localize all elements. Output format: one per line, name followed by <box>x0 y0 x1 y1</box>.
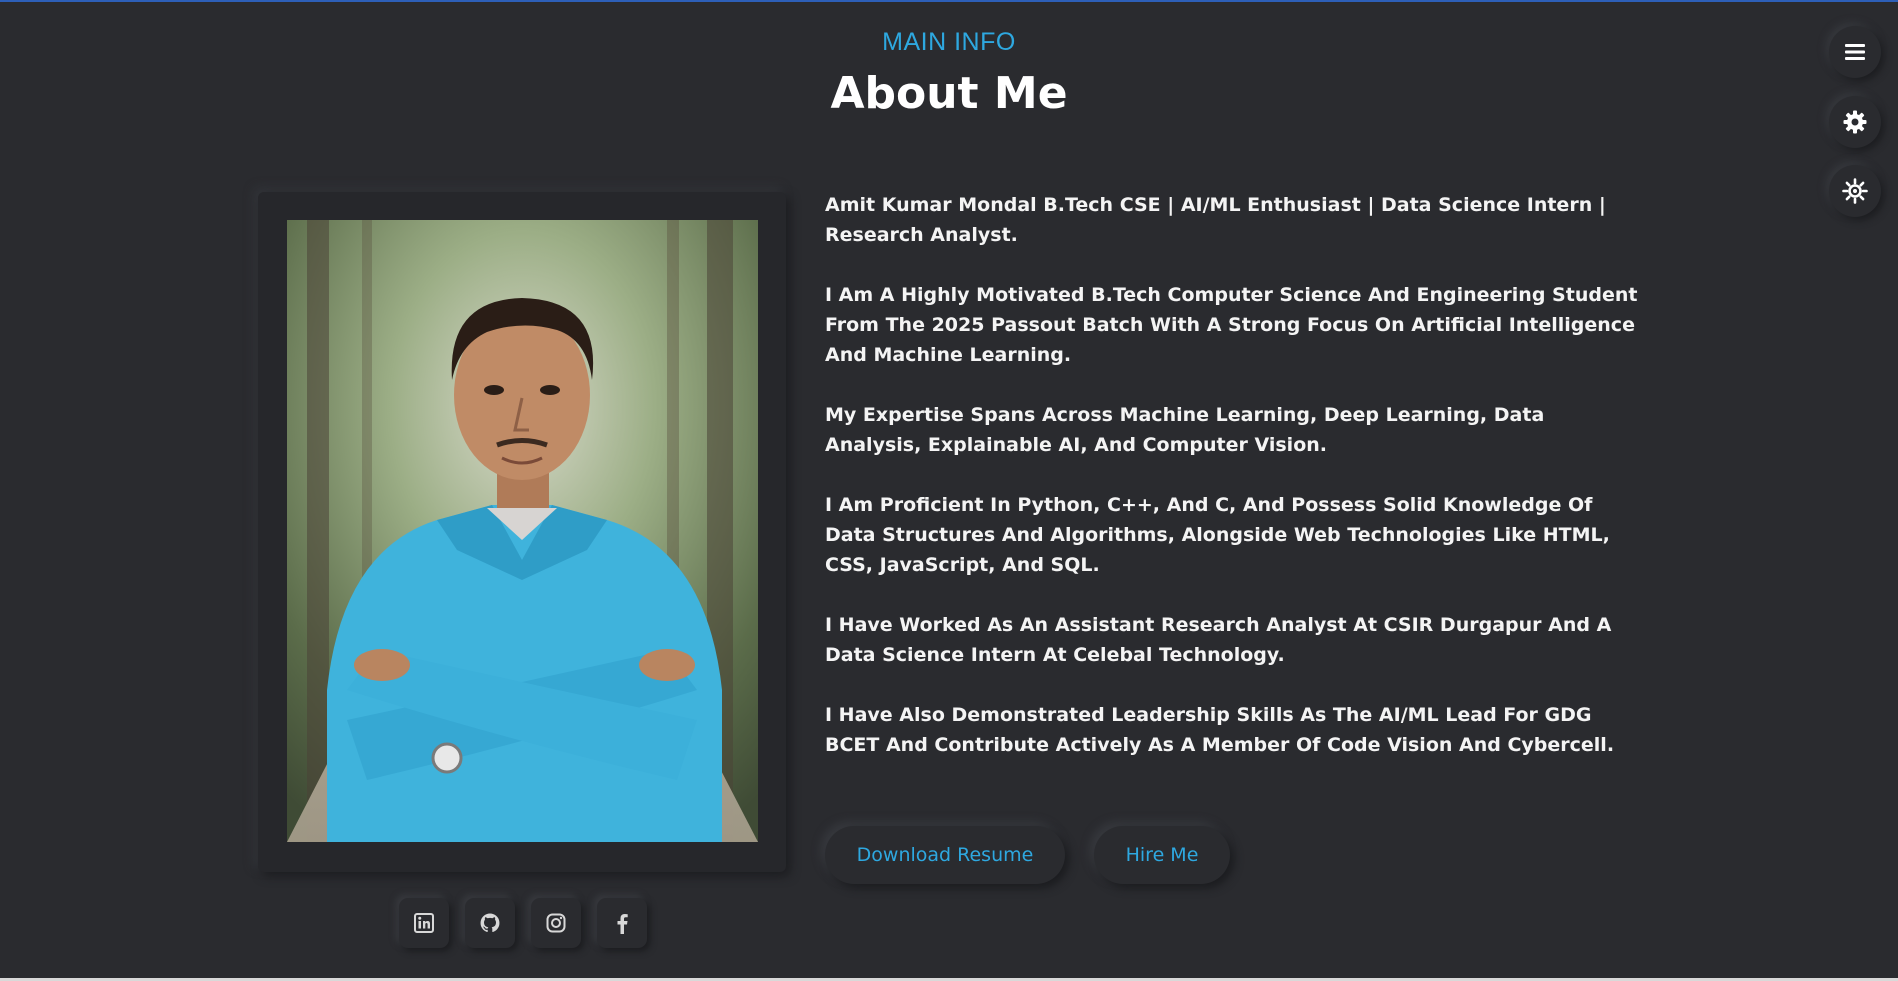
linkedin-link[interactable] <box>399 898 449 948</box>
github-link[interactable] <box>465 898 515 948</box>
profile-photo <box>287 220 758 842</box>
settings-button[interactable] <box>1829 96 1881 148</box>
bio-paragraph: My Expertise Spans Across Machine Learni… <box>825 404 1545 456</box>
profile-photo-card <box>258 192 786 872</box>
about-bio: Amit Kumar Mondal B.Tech CSE | AI/ML Ent… <box>825 190 1645 790</box>
facebook-link[interactable] <box>597 898 647 948</box>
menu-button[interactable] <box>1829 26 1881 78</box>
instagram-link[interactable] <box>531 898 581 948</box>
menu-icon <box>1845 44 1865 60</box>
facebook-icon <box>617 914 628 934</box>
bio-paragraph: I Am Proficient In Python, C++, And C, A… <box>825 494 1610 576</box>
hire-me-button[interactable]: Hire Me <box>1094 826 1230 884</box>
top-accent-line <box>0 0 1898 2</box>
theme-sun-icon <box>1842 178 1868 204</box>
theme-toggle-button[interactable] <box>1829 165 1881 217</box>
github-icon <box>480 913 500 933</box>
bio-paragraph: I Have Also Demonstrated Leadership Skil… <box>825 704 1615 756</box>
download-resume-button[interactable]: Download Resume <box>825 826 1065 884</box>
bio-headline: Amit Kumar Mondal B.Tech CSE | AI/ML Ent… <box>825 194 1606 246</box>
section-eyebrow: MAIN INFO <box>882 28 1016 56</box>
page-title: About Me <box>830 68 1068 119</box>
settings-gear-icon <box>1843 110 1867 134</box>
linkedin-icon <box>414 913 434 933</box>
profile-photo-illustration <box>287 220 758 842</box>
bio-paragraph: I Am A Highly Motivated B.Tech Computer … <box>825 284 1638 366</box>
bio-paragraph: I Have Worked As An Assistant Research A… <box>825 614 1612 666</box>
instagram-icon <box>546 913 566 933</box>
